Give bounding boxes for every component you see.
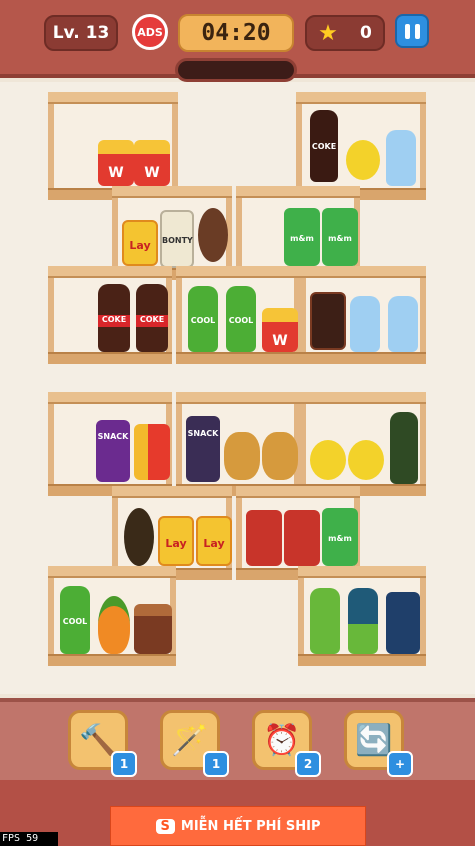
bounty-can[interactable]: BONTY xyxy=(160,210,194,268)
shelf[interactable]: COOL COOL W xyxy=(176,266,300,364)
game-board: W W COKE Lay BONTY m&m m&m COKE COKE COO… xyxy=(0,82,475,694)
pause-button[interactable] xyxy=(395,14,429,48)
shelf[interactable]: SNACK xyxy=(48,392,172,496)
shelf[interactable]: W W xyxy=(48,92,178,200)
alarm-clock-booster-button[interactable]: ⏰ 2 xyxy=(252,710,321,777)
alarm-clock-icon: ⏰ xyxy=(263,722,301,758)
shelf[interactable]: Lay BONTY xyxy=(112,186,232,280)
water-bottle[interactable] xyxy=(388,296,418,352)
green-soda-bottle[interactable]: COOL xyxy=(226,286,256,352)
hammer-booster-button[interactable]: 🔨 1 xyxy=(68,710,137,777)
chicken-bucket[interactable] xyxy=(134,604,172,654)
magic-wand-icon: 🪄 xyxy=(171,722,209,758)
shelf[interactable] xyxy=(298,566,426,666)
star-count: 0 xyxy=(360,23,372,43)
shelf[interactable]: COKE xyxy=(296,92,426,200)
ad-banner-text: MIỄN HẾT PHÍ SHIP xyxy=(180,818,321,834)
green-juice-bottle[interactable] xyxy=(310,588,340,654)
level-indicator: Lv. 13 xyxy=(44,15,118,51)
magic-wand-booster-button[interactable]: 🪄 1 xyxy=(160,710,229,777)
water-bottle[interactable] xyxy=(386,130,416,186)
star-counter: ★ 0 xyxy=(305,15,385,51)
blue-canister[interactable] xyxy=(386,592,420,654)
shelf[interactable]: COOL xyxy=(48,566,176,666)
shelf[interactable]: SNACK xyxy=(176,392,300,496)
lemon-item[interactable] xyxy=(348,440,384,480)
carrot-item[interactable] xyxy=(98,596,130,654)
fries-item[interactable]: W xyxy=(98,140,134,186)
lemon-item[interactable] xyxy=(346,140,380,180)
shuffle-booster-button[interactable]: 🔄 + xyxy=(344,710,413,777)
shelf[interactable]: Lay Lay xyxy=(112,486,232,580)
chips-bag[interactable]: Lay xyxy=(122,220,158,266)
shuffle-icon: 🔄 xyxy=(355,722,393,758)
mm-bag[interactable]: m&m xyxy=(322,508,358,566)
shelf[interactable]: m&m xyxy=(236,486,360,580)
shopee-logo-icon: S xyxy=(155,818,175,834)
cola-bottle[interactable]: COKE xyxy=(98,284,130,352)
mm-bag[interactable]: m&m xyxy=(284,208,320,266)
timer-display: 04:20 xyxy=(178,14,294,52)
cola-bottle[interactable]: COKE xyxy=(310,110,338,182)
chips-bag[interactable]: Lay xyxy=(196,516,232,566)
booster-bar: 🔨 1 🪄 1 ⏰ 2 🔄 + xyxy=(0,698,475,784)
booster-count: 1 xyxy=(203,751,229,777)
star-icon: ★ xyxy=(318,20,338,46)
snack-can[interactable]: SNACK xyxy=(96,420,130,482)
gift-box[interactable] xyxy=(134,424,170,480)
chocolate-bar[interactable] xyxy=(246,510,282,566)
fps-counter: FPS 59 xyxy=(0,832,58,846)
fries-item[interactable]: W xyxy=(134,140,170,186)
ads-button[interactable]: ADS xyxy=(132,14,168,50)
shelf[interactable]: m&m m&m xyxy=(236,186,360,280)
chocolate-bar[interactable] xyxy=(284,510,320,566)
coconut-item[interactable] xyxy=(198,208,228,262)
pause-icon-bar-right xyxy=(414,23,420,39)
shelf[interactable]: COKE COKE xyxy=(48,266,172,364)
snack-can[interactable]: SNACK xyxy=(186,416,220,482)
green-soda-bottle[interactable]: COOL xyxy=(60,586,90,654)
teddy-bear[interactable] xyxy=(224,432,260,480)
booster-add-count[interactable]: + xyxy=(387,751,413,777)
pause-icon-bar-left xyxy=(404,23,410,39)
mm-bag[interactable]: m&m xyxy=(322,208,358,266)
booster-count: 2 xyxy=(295,751,321,777)
green-soda-bottle[interactable]: COOL xyxy=(188,286,218,352)
teddy-bear[interactable] xyxy=(262,432,298,480)
fries-item[interactable]: W xyxy=(262,308,298,352)
shelf[interactable] xyxy=(300,392,426,496)
booster-count: 1 xyxy=(111,751,137,777)
coconut-item[interactable] xyxy=(124,508,154,566)
green-juice-bottle[interactable] xyxy=(348,588,378,654)
lemon-item[interactable] xyxy=(310,440,346,480)
cola-bottle[interactable]: COKE xyxy=(136,284,168,352)
chocolate-box[interactable] xyxy=(310,292,346,350)
hammer-icon: 🔨 xyxy=(79,722,117,758)
water-bottle[interactable] xyxy=(350,296,380,352)
wine-bottle[interactable] xyxy=(390,412,418,484)
chips-bag[interactable]: Lay xyxy=(158,516,194,566)
shelf[interactable] xyxy=(300,266,426,364)
ad-banner[interactable]: S MIỄN HẾT PHÍ SHIP xyxy=(110,806,366,846)
combo-progress-bar xyxy=(175,58,297,82)
